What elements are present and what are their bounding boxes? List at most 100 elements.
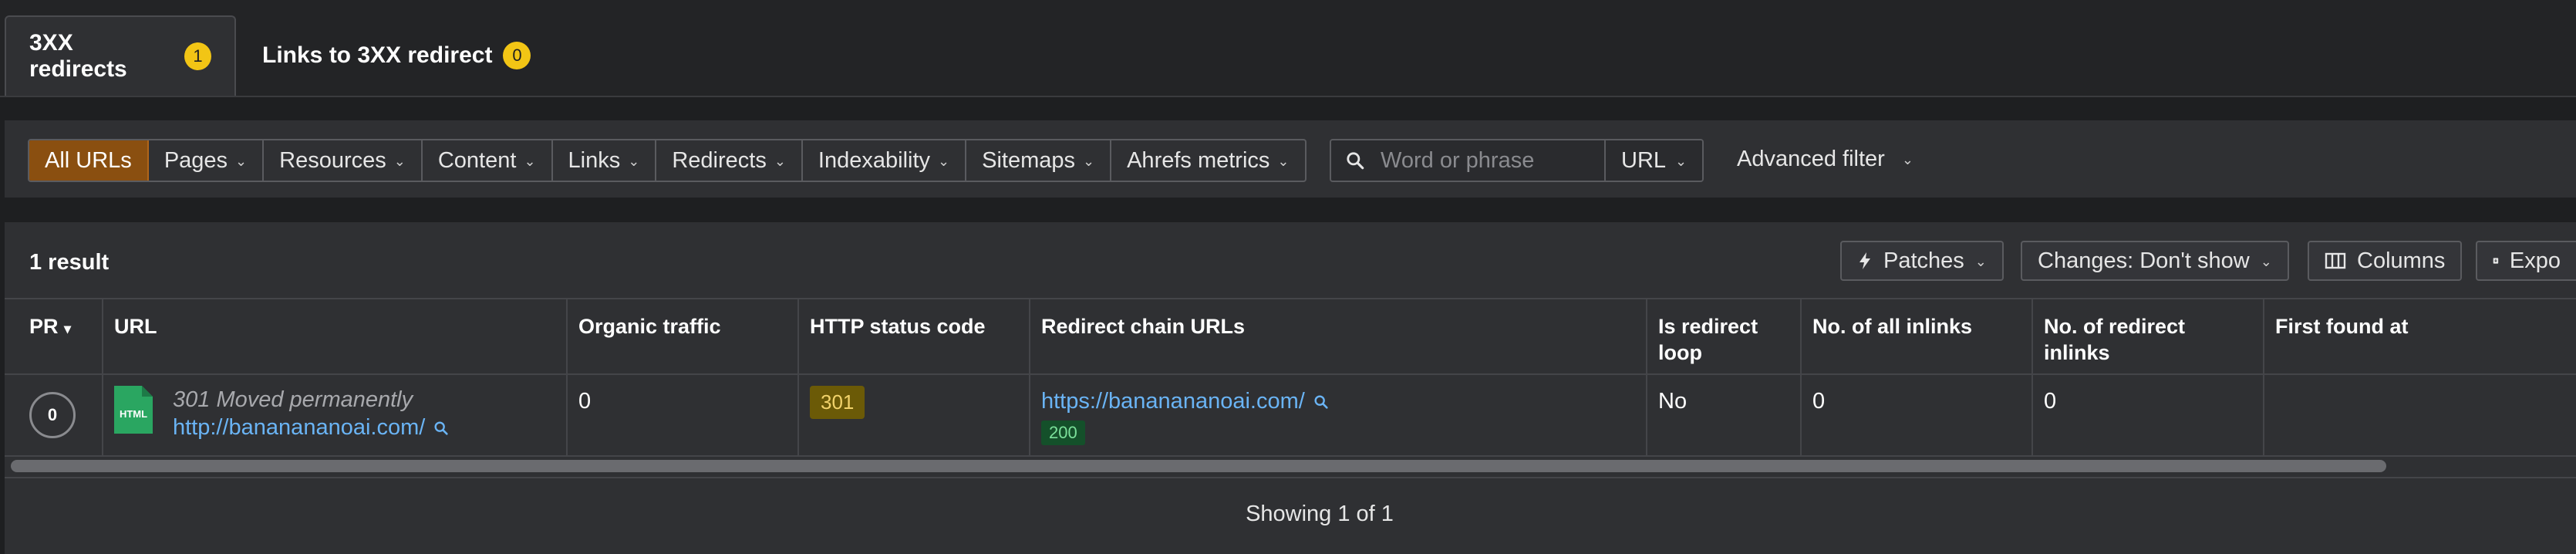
scroll-divider bbox=[5, 477, 2576, 478]
segment-label: Links bbox=[568, 147, 621, 173]
search-scope-select[interactable]: URL ⌄ bbox=[1606, 140, 1703, 181]
filter-all-urls[interactable]: All URLs bbox=[29, 140, 149, 181]
tab-count-badge: 0 bbox=[503, 42, 531, 69]
tab-count-badge: 1 bbox=[184, 42, 211, 70]
filter-pages[interactable]: Pages ⌄ bbox=[149, 140, 265, 181]
columns-button[interactable]: Columns bbox=[2308, 241, 2463, 281]
redirect-url-link[interactable]: https://bananananoai.com/ bbox=[1041, 389, 1635, 414]
table-cell-all-inlinks: 0 bbox=[1802, 375, 2033, 455]
column-header-redirect-inlinks[interactable]: No. of redirect inlinks bbox=[2033, 299, 2264, 373]
filter-content[interactable]: Content ⌄ bbox=[423, 140, 553, 181]
html-file-icon: HTML bbox=[114, 386, 153, 434]
export-button[interactable]: Expo bbox=[2476, 241, 2576, 281]
chevron-down-icon: ⌄ bbox=[1675, 153, 1688, 169]
filter-bar: All URLs Pages ⌄ Resources ⌄ Content ⌄ Link… bbox=[5, 120, 2576, 198]
segment-label: Pages bbox=[164, 147, 228, 173]
sort-desc-icon: ▾ bbox=[64, 321, 72, 336]
advanced-filter-label: Advanced filter bbox=[1737, 146, 1885, 171]
chevron-down-icon: ⌄ bbox=[1901, 151, 1913, 167]
status-badge: 200 bbox=[1041, 421, 1085, 445]
search-group: URL ⌄ bbox=[1330, 139, 1704, 182]
segment-label: Ahrefs metrics bbox=[1127, 147, 1270, 173]
table-cell-first-found-at bbox=[2264, 375, 2576, 455]
filter-indexability[interactable]: Indexability ⌄ bbox=[803, 140, 967, 181]
advanced-filter-button[interactable]: Advanced filter ⌄ bbox=[1737, 139, 1913, 179]
chevron-down-icon: ⌄ bbox=[628, 153, 640, 169]
columns-icon bbox=[2325, 252, 2346, 269]
redirect-url-text: https://bananananoai.com/ bbox=[1041, 389, 1305, 414]
filter-redirects[interactable]: Redirects ⌄ bbox=[656, 140, 803, 181]
lightning-icon bbox=[1860, 252, 1870, 269]
filter-segments: All URLs Pages ⌄ Resources ⌄ Content ⌄ Link… bbox=[28, 139, 1307, 182]
filter-sitemaps[interactable]: Sitemaps ⌄ bbox=[966, 140, 1112, 181]
changes-button[interactable]: Changes: Don't show ⌄ bbox=[2021, 241, 2289, 281]
result-count: 1 result bbox=[29, 250, 110, 275]
segment-label: All URLs bbox=[45, 147, 132, 173]
column-header-organic-traffic[interactable]: Organic traffic bbox=[568, 299, 799, 373]
segment-label: Indexability bbox=[818, 147, 931, 173]
url-text: http://bananananoai.com/ bbox=[173, 415, 426, 440]
filter-ahrefs-metrics[interactable]: Ahrefs metrics ⌄ bbox=[1111, 140, 1304, 181]
scrollbar-thumb[interactable] bbox=[11, 460, 2386, 472]
redirect-status-text: 301 Moved permanently bbox=[173, 387, 413, 412]
table-cell-redirect-chain: https://bananananoai.com/ 200 bbox=[1030, 375, 1647, 455]
horizontal-scrollbar[interactable] bbox=[5, 457, 2576, 475]
column-header-first-found-at[interactable]: First found at bbox=[2264, 299, 2576, 373]
column-header-redirect-chain-urls[interactable]: Redirect chain URLs bbox=[1030, 299, 1647, 373]
table-cell-http-status: 301 bbox=[799, 375, 1030, 455]
pr-badge: 0 bbox=[29, 392, 76, 438]
column-header-label: First found at bbox=[2275, 315, 2409, 338]
svg-text:HTML: HTML bbox=[120, 408, 147, 420]
search-icon[interactable] bbox=[433, 420, 450, 437]
column-header-label: PR bbox=[29, 315, 59, 338]
chevron-down-icon: ⌄ bbox=[774, 153, 786, 169]
table-cell-pr: 0 bbox=[5, 375, 103, 455]
column-header-label: No. of all inlinks bbox=[1812, 315, 1973, 338]
chevron-down-icon: ⌄ bbox=[938, 153, 950, 169]
patches-label: Patches bbox=[1883, 248, 1964, 273]
segment-label: Resources bbox=[279, 147, 386, 173]
chevron-down-icon: ⌄ bbox=[1974, 253, 1987, 269]
tab-links-to-3xx-redirect[interactable]: Links to 3XX redirect 0 bbox=[239, 15, 554, 96]
search-icon[interactable] bbox=[1313, 394, 1330, 410]
chevron-down-icon: ⌄ bbox=[524, 153, 536, 169]
chevron-down-icon: ⌄ bbox=[2260, 253, 2272, 269]
chevron-down-icon: ⌄ bbox=[393, 153, 406, 169]
changes-label: Changes: Don't show bbox=[2038, 248, 2250, 273]
download-icon bbox=[2493, 258, 2499, 264]
status-badge: 301 bbox=[810, 386, 865, 419]
search-input[interactable] bbox=[1379, 147, 1583, 174]
table-cell-redirect-inlinks: 0 bbox=[2033, 375, 2264, 455]
chevron-down-icon: ⌄ bbox=[1277, 153, 1290, 169]
segment-label: Redirects bbox=[672, 147, 767, 173]
segment-label: Content bbox=[437, 147, 517, 173]
column-header-url[interactable]: URL bbox=[103, 299, 568, 373]
filter-links[interactable]: Links ⌄ bbox=[553, 140, 657, 181]
table-cell-url: HTML 301 Moved permanently http://banana… bbox=[103, 375, 568, 455]
url-link[interactable]: http://bananananoai.com/ bbox=[173, 415, 450, 441]
columns-label: Columns bbox=[2357, 248, 2446, 273]
tab-3xx-redirects[interactable]: 3XX redirects 1 bbox=[5, 15, 236, 96]
export-label: Expo bbox=[2509, 248, 2561, 273]
column-header-http-status-code[interactable]: HTTP status code bbox=[799, 299, 1030, 373]
column-header-is-redirect-loop[interactable]: Is redirect loop bbox=[1647, 299, 1802, 373]
segment-label: Sitemaps bbox=[982, 147, 1075, 173]
column-header-label: Redirect chain URLs bbox=[1041, 315, 1246, 338]
tab-label: 3XX redirects bbox=[29, 30, 127, 82]
filter-resources[interactable]: Resources ⌄ bbox=[264, 140, 423, 181]
chevron-down-icon: ⌄ bbox=[1083, 153, 1095, 169]
column-header-pr[interactable]: PR ▾ bbox=[5, 299, 103, 373]
search-icon bbox=[1347, 152, 1364, 170]
column-header-all-inlinks[interactable]: No. of all inlinks bbox=[1802, 299, 2033, 373]
column-header-label: Is redirect loop bbox=[1658, 315, 1758, 364]
pagination-text: Showing 1 of 1 bbox=[1246, 502, 1394, 526]
patches-button[interactable]: Patches ⌄ bbox=[1840, 241, 2004, 281]
chevron-down-icon: ⌄ bbox=[235, 153, 248, 169]
table-cell-is-redirect-loop: No bbox=[1647, 375, 1802, 455]
table-cell-organic-traffic: 0 bbox=[568, 375, 799, 455]
results-panel: 1 result Patches ⌄ Changes: Don't show ⌄… bbox=[5, 222, 2576, 554]
search-field[interactable] bbox=[1331, 140, 1606, 181]
search-scope-label: URL bbox=[1621, 147, 1667, 173]
column-header-label: HTTP status code bbox=[810, 315, 986, 338]
column-header-label: Organic traffic bbox=[578, 315, 721, 338]
